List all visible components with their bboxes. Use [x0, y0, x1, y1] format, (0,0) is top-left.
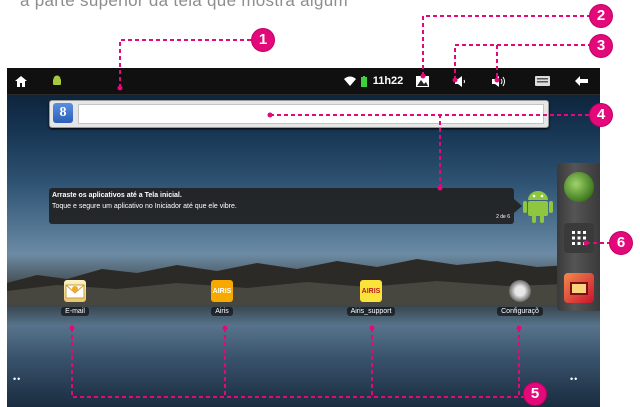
callout-3: 3 [590, 35, 612, 57]
callout-leader-lines [69, 15, 610, 398]
callout-2: 2 [590, 5, 612, 27]
callout-6: 6 [610, 232, 632, 254]
callout-4: 4 [590, 104, 612, 126]
callout-5: 5 [524, 383, 546, 405]
callout-1: 1 [252, 29, 274, 51]
